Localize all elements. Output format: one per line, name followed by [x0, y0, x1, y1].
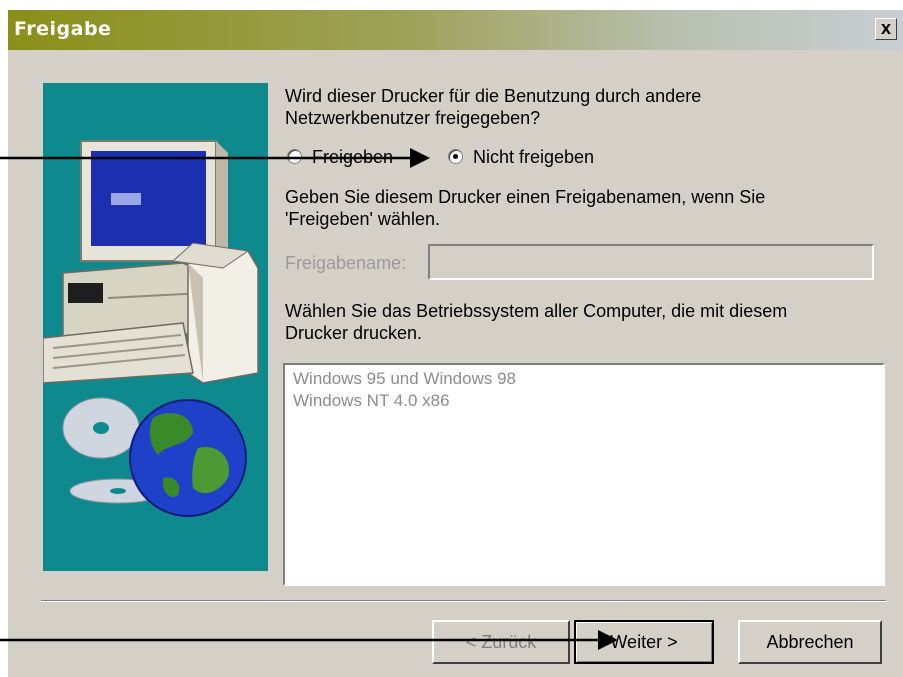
os-listbox[interactable]: Windows 95 und Windows 98 Windows NT 4.0…	[283, 363, 885, 586]
button-separator	[41, 600, 886, 602]
share-hint-line-2: 'Freigeben' wählen.	[285, 209, 440, 229]
no-share-radio-label[interactable]: Nicht freigeben	[473, 146, 594, 168]
window-title: Freigabe	[14, 18, 112, 40]
next-button[interactable]: Weiter >	[574, 620, 714, 664]
globe-icon	[129, 399, 247, 517]
list-item-winnt[interactable]: Windows NT 4.0 x86	[293, 391, 450, 411]
share-dialog: Freigabe x Wird dieser Drucker für die B…	[8, 10, 903, 677]
cancel-button[interactable]: Abbrechen	[738, 620, 882, 664]
close-icon: x	[880, 18, 891, 38]
question-line-1: Wird dieser Drucker für die Benutzung du…	[285, 86, 702, 106]
share-radio[interactable]	[287, 149, 302, 164]
close-button[interactable]: x	[875, 18, 897, 40]
no-share-radio[interactable]	[448, 149, 463, 164]
back-button[interactable]: < Zurück	[432, 620, 570, 664]
share-name-field[interactable]	[428, 244, 874, 280]
os-prompt-line-1: Wählen Sie das Betriebssystem aller Comp…	[285, 301, 788, 321]
title-bar[interactable]: Freigabe x	[8, 10, 903, 50]
question-line-2: Netzwerkbenutzer freigegeben?	[285, 108, 541, 128]
os-prompt-line-2: Drucker drucken.	[285, 323, 423, 343]
wizard-illustration	[43, 83, 268, 571]
share-name-label: Freigabename:	[285, 253, 407, 273]
list-item-win95-98[interactable]: Windows 95 und Windows 98	[293, 369, 516, 389]
share-hint-line-1: Geben Sie diesem Drucker einen Freigaben…	[285, 187, 766, 207]
radio-selected-dot	[453, 154, 458, 159]
share-radio-label[interactable]: Freigeben	[312, 146, 393, 168]
